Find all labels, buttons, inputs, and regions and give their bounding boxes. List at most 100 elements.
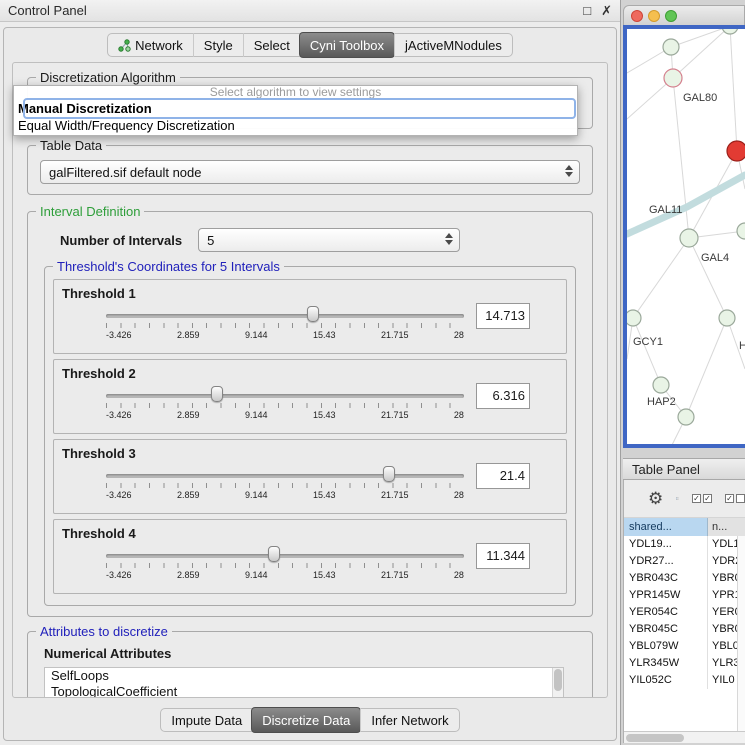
network-node-plain[interactable] (722, 29, 738, 34)
slider-tick-labels: -3.4262.8599.14415.4321.71528 (106, 490, 464, 500)
cell-shared-name[interactable]: YBR045C (624, 621, 708, 638)
close-window-icon[interactable]: ✗ (601, 3, 612, 19)
minimize-traffic-light-icon[interactable] (648, 10, 660, 22)
select-all-checkboxes-icon[interactable]: ✓ ✓ (692, 494, 712, 503)
threshold-1-slider[interactable]: -3.4262.8599.14415.4321.71528 (106, 303, 464, 345)
table-row[interactable]: YBL079WYBL0 (624, 638, 745, 655)
tab-impute-data[interactable]: Impute Data (161, 708, 252, 732)
attribute-list-item[interactable]: SelfLoops (51, 668, 563, 684)
numerical-attributes-list[interactable]: SelfLoopsTopologicalCoefficientBetweenne… (44, 667, 564, 698)
network-edge[interactable] (633, 318, 661, 385)
deselect-checkboxes-icon[interactable]: ✓ (725, 494, 745, 503)
slider-thumb[interactable] (307, 306, 319, 322)
table-row[interactable]: YER054CYER0 (624, 604, 745, 621)
algorithm-option-manual[interactable]: Manual Discretization (14, 100, 577, 117)
network-edge[interactable] (686, 318, 727, 417)
attributes-scrollbar[interactable] (552, 668, 563, 698)
network-node-pink[interactable] (664, 69, 682, 87)
gear-icon[interactable]: ⚙ (648, 490, 663, 507)
network-node-plain[interactable] (627, 310, 641, 326)
float-window-icon[interactable]: □ (583, 3, 591, 18)
network-icon (118, 39, 131, 52)
tab-style[interactable]: Style (193, 33, 243, 57)
cell-shared-name[interactable]: YDR27... (624, 553, 708, 570)
network-highlighted-edge[interactable] (627, 175, 745, 234)
tab-network-label: Network (135, 38, 183, 53)
threshold-2-value[interactable]: 6.316 (476, 383, 530, 409)
network-node-plain[interactable] (737, 223, 745, 239)
threshold-4-slider[interactable]: -3.4262.8599.14415.4321.71528 (106, 543, 464, 585)
combo-stepper-icon[interactable] (445, 233, 453, 245)
cell-shared-name[interactable]: YIL052C (624, 672, 708, 689)
table-data-combo[interactable]: galFiltered.sif default node (40, 160, 580, 184)
cell-shared-name[interactable]: YBR043C (624, 570, 708, 587)
algorithm-option-equal-width[interactable]: Equal Width/Frequency Discretization (14, 117, 577, 134)
tab-infer-network[interactable]: Infer Network (360, 708, 458, 732)
table-horizontal-scrollbar[interactable] (624, 731, 745, 743)
tick-label: 28 (454, 490, 464, 500)
slider-track[interactable] (106, 314, 464, 318)
cell-shared-name[interactable]: YDL19... (624, 536, 708, 553)
network-node-plain[interactable] (663, 39, 679, 55)
tab-cyni-toolbox[interactable]: Cyni Toolbox (299, 32, 395, 58)
threshold-3-slider[interactable]: -3.4262.8599.14415.4321.71528 (106, 463, 464, 505)
network-node-plain[interactable] (719, 310, 735, 326)
tab-jactivemnodules[interactable]: jActiveMNodules (394, 33, 512, 57)
threshold-1-value[interactable]: 14.713 (476, 303, 530, 329)
tab-discretize-data[interactable]: Discretize Data (251, 707, 361, 733)
table-row[interactable]: YDL19...YDL1 (624, 536, 745, 553)
network-node-plain[interactable] (678, 409, 694, 425)
attributes-group: Attributes to discretize Numerical Attri… (27, 631, 593, 698)
network-edge[interactable] (633, 238, 689, 318)
scrollbar-thumb[interactable] (626, 734, 684, 742)
network-edge[interactable] (689, 238, 727, 318)
table-header-row: shared... n... (624, 518, 745, 536)
slider-thumb[interactable] (268, 546, 280, 562)
tick-label: -3.426 (106, 330, 132, 340)
table-row[interactable]: YIL052CYIL0 (624, 672, 745, 689)
table-row[interactable]: YDR27...YDR2 (624, 553, 745, 570)
slider-track[interactable] (106, 474, 464, 478)
tick-label: 2.859 (177, 490, 200, 500)
tab-network[interactable]: Network (108, 33, 193, 57)
threshold-3-value[interactable]: 21.4 (476, 463, 530, 489)
control-panel-window: Control Panel □ ✗ Network Style Select (0, 0, 621, 745)
threshold-3-block: Threshold 3 -3.4262.8599.14415.4321.7152… (53, 439, 567, 514)
slider-track[interactable] (106, 554, 464, 558)
network-view-canvas[interactable]: GAL80GAL11GAL4GCY1HHAP2 (623, 25, 745, 448)
threshold-4-value[interactable]: 11.344 (476, 543, 530, 569)
table-row[interactable]: YPR145WYPR1 (624, 587, 745, 604)
cell-shared-name[interactable]: YPR145W (624, 587, 708, 604)
combo-stepper-icon[interactable] (565, 165, 573, 177)
tab-select[interactable]: Select (243, 33, 300, 57)
attributes-scrollbar-thumb[interactable] (554, 669, 562, 691)
network-edge[interactable] (730, 29, 737, 151)
zoom-traffic-light-icon[interactable] (665, 10, 677, 22)
threshold-2-slider[interactable]: -3.4262.8599.14415.4321.71528 (106, 383, 464, 425)
table-row[interactable]: YBR045CYBR0 (624, 621, 745, 638)
slider-ticks (106, 323, 464, 328)
attribute-list-item[interactable]: TopologicalCoefficient (51, 684, 563, 698)
thresholds-group: Threshold's Coordinates for 5 Intervals … (44, 266, 576, 606)
table-row[interactable]: YLR345WYLR3 (624, 655, 745, 672)
network-node-red[interactable] (727, 141, 745, 161)
table-vertical-scrollbar[interactable] (737, 536, 745, 731)
slider-thumb[interactable] (211, 386, 223, 402)
column-header-shared-name[interactable]: shared... (624, 518, 708, 536)
cell-shared-name[interactable]: YER054C (624, 604, 708, 621)
interval-definition-group: Interval Definition Number of Intervals … (27, 211, 593, 617)
column-header-name[interactable]: n... (708, 518, 745, 536)
slider-tick-labels: -3.4262.8599.14415.4321.71528 (106, 330, 464, 340)
tick-label: -3.426 (106, 570, 132, 580)
network-node-plain[interactable] (680, 229, 698, 247)
cell-shared-name[interactable]: YBL079W (624, 638, 708, 655)
slider-thumb[interactable] (383, 466, 395, 482)
number-of-intervals-combo[interactable]: 5 (198, 228, 460, 252)
slider-track[interactable] (106, 394, 464, 398)
columns-icon[interactable] (676, 492, 679, 505)
network-edge[interactable] (671, 29, 730, 47)
cell-shared-name[interactable]: YLR345W (624, 655, 708, 672)
table-row[interactable]: YBR043CYBR0 (624, 570, 745, 587)
network-node-plain[interactable] (653, 377, 669, 393)
close-traffic-light-icon[interactable] (631, 10, 643, 22)
